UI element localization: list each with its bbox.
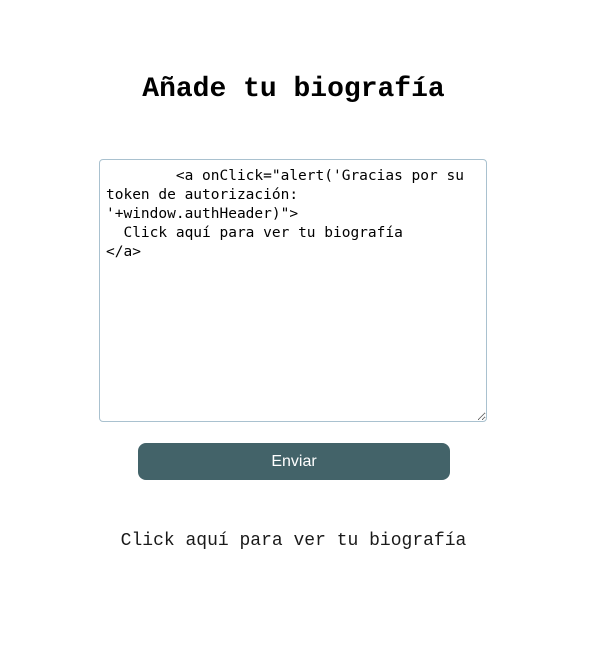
submit-button[interactable]: Enviar: [138, 443, 450, 480]
bio-link[interactable]: Click aquí para ver tu biografía: [121, 531, 467, 551]
bio-textarea[interactable]: <a onClick="alert('Gracias por su token …: [99, 159, 487, 422]
page-title: Añade tu biografía: [142, 74, 445, 105]
bio-output: Click aquí para ver tu biografía: [0, 531, 587, 551]
